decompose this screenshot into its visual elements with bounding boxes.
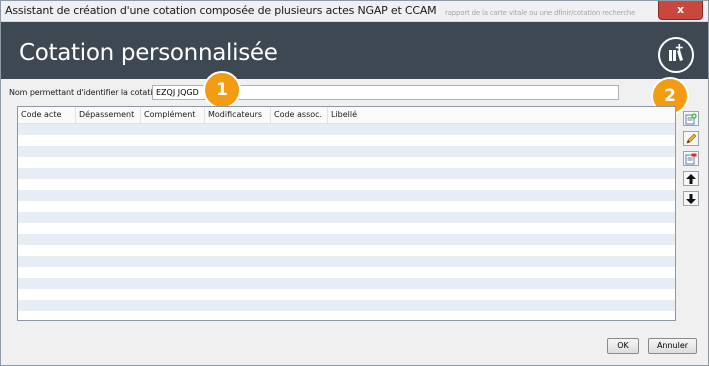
- column-header-code-acte[interactable]: Code acte: [18, 107, 76, 123]
- edit-icon: [686, 133, 697, 144]
- table-row[interactable]: [18, 135, 675, 146]
- table-row[interactable]: [18, 245, 675, 256]
- move-up-button[interactable]: [683, 171, 699, 186]
- table-row[interactable]: [18, 267, 675, 278]
- table-row[interactable]: [18, 278, 675, 289]
- acts-table[interactable]: Code acte Dépassement Complément Modific…: [17, 106, 676, 321]
- table-row[interactable]: [18, 300, 675, 311]
- arrow-up-icon: [686, 174, 696, 184]
- close-button[interactable]: x: [658, 1, 703, 20]
- table-row[interactable]: [18, 179, 675, 190]
- dialog-window: Assistant de création d'une cotation com…: [0, 0, 709, 366]
- table-body: [18, 124, 675, 320]
- header-banner: Cotation personnalisée: [1, 22, 708, 79]
- move-down-button[interactable]: [683, 191, 699, 206]
- cotation-name-label: Nom permettant d'identifier la cotation …: [9, 88, 168, 97]
- table-row[interactable]: [18, 234, 675, 245]
- table-row[interactable]: [18, 311, 675, 320]
- window-title: Assistant de création d'une cotation com…: [5, 4, 437, 17]
- table-row[interactable]: [18, 157, 675, 168]
- column-header-complement[interactable]: Complément: [141, 107, 205, 123]
- column-header-modificateurs[interactable]: Modificateurs: [205, 107, 271, 123]
- background-window-text: rapport de la carte vitale ou une dfinir…: [445, 9, 636, 17]
- page-title: Cotation personnalisée: [19, 40, 278, 66]
- cancel-button[interactable]: Annuler: [648, 338, 697, 354]
- edit-button[interactable]: [683, 131, 699, 146]
- table-row[interactable]: [18, 201, 675, 212]
- table-row[interactable]: [18, 223, 675, 234]
- add-row-icon: [685, 113, 697, 125]
- add-row-button[interactable]: [683, 111, 699, 126]
- delete-row-icon: [685, 153, 697, 165]
- column-header-code-assoc[interactable]: Code assoc.: [271, 107, 328, 123]
- table-row[interactable]: [18, 289, 675, 300]
- column-header-libelle[interactable]: Libellé: [328, 107, 675, 123]
- table-header: Code acte Dépassement Complément Modific…: [18, 107, 675, 124]
- table-row[interactable]: [18, 190, 675, 201]
- ok-button[interactable]: OK: [607, 338, 639, 354]
- callout-1: 1: [203, 71, 241, 109]
- table-row[interactable]: [18, 124, 675, 135]
- delete-row-button[interactable]: [683, 151, 699, 166]
- table-row[interactable]: [18, 168, 675, 179]
- title-bar[interactable]: Assistant de création d'une cotation com…: [1, 1, 708, 22]
- arrow-down-icon: [686, 194, 696, 204]
- table-row[interactable]: [18, 256, 675, 267]
- add-document-icon[interactable]: [658, 37, 694, 73]
- table-row[interactable]: [18, 212, 675, 223]
- table-row[interactable]: [18, 146, 675, 157]
- column-header-depassement[interactable]: Dépassement: [76, 107, 141, 123]
